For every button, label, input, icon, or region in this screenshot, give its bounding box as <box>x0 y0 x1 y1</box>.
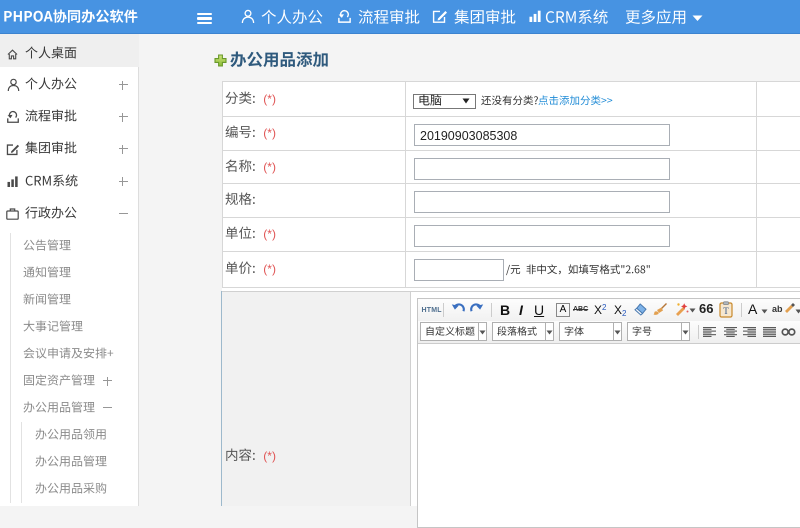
svg-text:T: T <box>723 306 729 316</box>
